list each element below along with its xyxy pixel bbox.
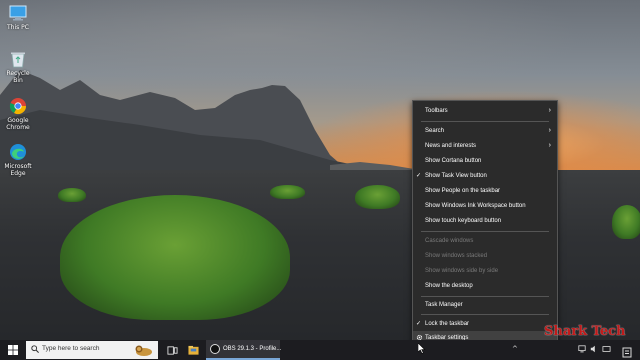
desktop-icon-label: This PC: [7, 24, 29, 31]
notification-center-icon[interactable]: [622, 344, 632, 358]
desktop-icon-edge[interactable]: Microsoft Edge: [2, 143, 34, 177]
menu-separator: [421, 296, 549, 297]
obs-icon: [210, 344, 220, 354]
menu-item-label: Show People on the taskbar: [425, 188, 501, 194]
menu-item-toolbars[interactable]: Toolbars ›: [413, 104, 557, 118]
menu-item-label: Task Manager: [425, 302, 463, 308]
menu-item-label: Toolbars: [425, 108, 448, 114]
chevron-right-icon: ›: [548, 142, 551, 149]
menu-item-show-cortana[interactable]: Show Cortana button: [413, 154, 557, 168]
menu-item-cascade-windows: Cascade windows: [413, 234, 557, 248]
taskbar-context-menu: Toolbars › Search › News and interests ›…: [412, 100, 558, 345]
taskbar-search-box[interactable]: Type here to search: [26, 341, 158, 359]
menu-item-show-windows-stacked: Show windows stacked: [413, 249, 557, 263]
menu-item-label: Show touch keyboard button: [425, 218, 502, 224]
task-view-icon: [167, 346, 178, 355]
menu-item-label: Show Windows Ink Workspace button: [425, 203, 526, 209]
edge-icon: [9, 143, 27, 161]
desktop-icon-label: Microsoft Edge: [4, 163, 32, 177]
search-placeholder: Type here to search: [42, 345, 100, 352]
wallpaper-grass-mid: [355, 185, 400, 209]
checkmark-icon: ✓: [416, 321, 422, 327]
task-view-button[interactable]: [164, 340, 182, 360]
menu-item-lock-taskbar[interactable]: ✓ Lock the taskbar: [413, 317, 557, 331]
menu-item-label: Show Cortana button: [425, 158, 482, 164]
mouse-cursor-icon: [418, 343, 426, 354]
wallpaper-grass-right: [612, 205, 640, 239]
taskbar-file-explorer[interactable]: [184, 340, 204, 360]
menu-item-task-manager[interactable]: Task Manager: [413, 298, 557, 312]
wallpaper-grass-left: [58, 188, 86, 202]
desktop-icon-label: Google Chrome: [6, 117, 30, 131]
chevron-right-icon: ›: [548, 127, 551, 134]
this-pc-icon: [9, 4, 27, 22]
menu-item-label: News and interests: [425, 143, 477, 149]
menu-item-show-touch-keyboard[interactable]: Show touch keyboard button: [413, 214, 557, 228]
wallpaper-grass-small: [270, 185, 305, 199]
menu-separator: [421, 231, 549, 232]
menu-item-label: Show Task View button: [425, 173, 487, 179]
wallpaper-grass-large: [60, 195, 290, 320]
desktop-icon-chrome[interactable]: Google Chrome: [2, 97, 34, 131]
file-explorer-icon: [188, 345, 199, 355]
menu-item-label: Show windows side by side: [425, 268, 499, 274]
tray-network-icon[interactable]: [578, 345, 586, 355]
menu-separator: [421, 314, 549, 315]
chrome-icon: [9, 97, 27, 115]
desktop-icon-this-pc[interactable]: This PC: [2, 4, 34, 31]
taskbar-obs-window[interactable]: OBS 29.1.3 - Profile...: [206, 340, 282, 360]
tray-keyboard-icon[interactable]: [602, 345, 611, 355]
tray-volume-icon[interactable]: [590, 345, 598, 355]
windows-logo-icon: [8, 345, 18, 355]
desktop-icon-recycle-bin[interactable]: Recycle Bin: [2, 50, 34, 84]
menu-item-label: Cascade windows: [425, 238, 474, 244]
menu-item-label: Lock the taskbar: [425, 321, 470, 327]
chevron-right-icon: ›: [548, 107, 551, 114]
menu-item-label: Search: [425, 128, 445, 134]
menu-item-search[interactable]: Search ›: [413, 124, 557, 138]
start-button[interactable]: [0, 340, 26, 360]
menu-item-news-and-interests[interactable]: News and interests ›: [413, 139, 557, 153]
recycle-bin-icon: [9, 50, 27, 68]
desktop-icon-label: Recycle Bin: [6, 70, 30, 84]
menu-item-show-windows-side-by-side: Show windows side by side: [413, 264, 557, 278]
taskbar[interactable]: Type here to search OBS 29.1.3 - Profile…: [0, 340, 640, 360]
menu-item-show-people[interactable]: Show People on the taskbar: [413, 184, 557, 198]
tray-overflow-chevron-icon[interactable]: ^: [512, 345, 518, 353]
checkmark-icon: ✓: [416, 173, 422, 179]
menu-separator: [421, 121, 549, 122]
menu-item-show-desktop[interactable]: Show the desktop: [413, 279, 557, 293]
menu-item-show-task-view[interactable]: ✓ Show Task View button: [413, 169, 557, 183]
menu-item-show-ink-workspace[interactable]: Show Windows Ink Workspace button: [413, 199, 557, 213]
obs-window-title: OBS 29.1.3 - Profile...: [223, 346, 282, 352]
search-icon: [31, 345, 39, 353]
menu-item-label: Show the desktop: [425, 283, 473, 289]
watermark-text: Shark Tech: [544, 324, 626, 339]
search-highlight-lion-icon: [135, 345, 152, 356]
menu-item-label: Show windows stacked: [425, 253, 488, 259]
